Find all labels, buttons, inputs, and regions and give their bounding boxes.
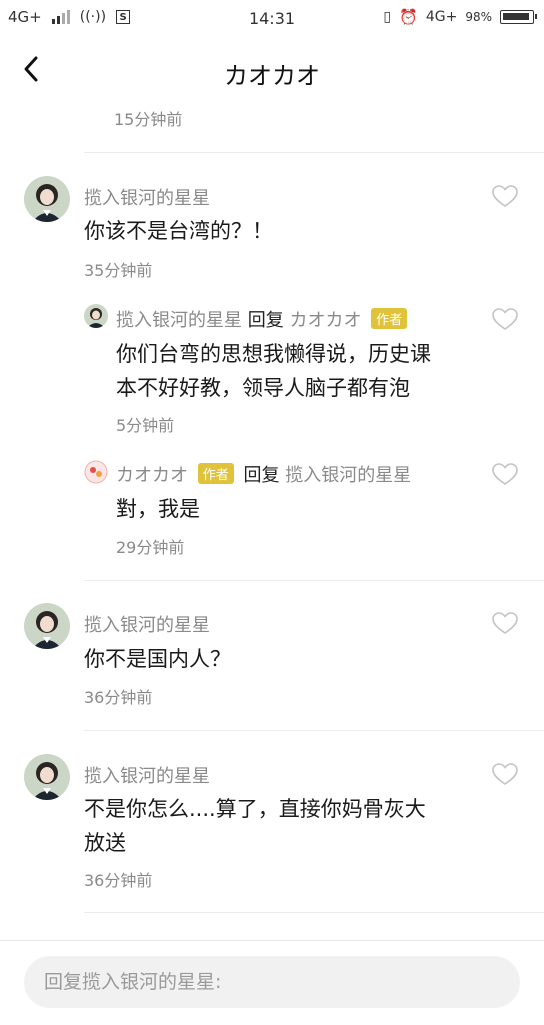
heart-icon[interactable] <box>492 308 518 332</box>
reply-input[interactable] <box>24 956 520 1008</box>
header: カオカオ <box>0 40 544 102</box>
reply-time: 5分钟前 <box>116 416 175 435</box>
reply-text-line: 本不好好教，领导人脑子都有泡 <box>116 376 410 400</box>
battery-percent: 98% <box>465 10 492 24</box>
reply-header: カオカオ 作者 回复 揽入银河的星星 <box>116 461 411 487</box>
heart-icon[interactable] <box>492 612 518 636</box>
reply-username[interactable]: カオカオ <box>116 465 188 486</box>
comment-text-line: 放送 <box>84 831 126 855</box>
reply-header: 揽入银河的星星 回复 カオカオ 作者 <box>116 306 411 332</box>
heart-icon[interactable] <box>492 463 518 487</box>
heart-icon[interactable] <box>492 185 518 209</box>
vibrate-icon: ▯ <box>383 9 392 25</box>
reply-time: 29分钟前 <box>116 538 185 557</box>
comment-time: 35分钟前 <box>84 261 153 280</box>
avatar[interactable] <box>84 460 108 484</box>
reply-username[interactable]: 揽入银河的星星 <box>116 310 242 331</box>
reply-bar <box>0 940 544 1025</box>
comment-text: 不是你怎么....算了，直接你妈骨灰大 放送 <box>84 792 426 860</box>
avatar[interactable] <box>24 754 70 800</box>
status-right: ▯ ⏰ 4G+ 98% <box>383 8 537 26</box>
page-title: カオカオ <box>224 62 320 90</box>
battery-icon <box>500 10 537 24</box>
avatar[interactable] <box>24 176 70 222</box>
network-label-right: 4G+ <box>425 9 458 25</box>
comment-username[interactable]: 揽入银河的星星 <box>84 611 210 637</box>
reply-word: 回复 <box>243 465 280 486</box>
comment-time: 36分钟前 <box>84 871 153 890</box>
comment-text-line: 不是你怎么....算了，直接你妈骨灰大 <box>84 797 426 821</box>
avatar[interactable] <box>24 603 70 649</box>
alarm-icon: ⏰ <box>399 8 418 26</box>
divider <box>84 730 544 731</box>
reply-text: 對，我是 <box>116 497 200 521</box>
divider <box>84 580 544 581</box>
divider <box>84 912 544 913</box>
reply-word: 回复 <box>247 310 284 331</box>
author-badge: 作者 <box>371 308 408 329</box>
comment-username[interactable]: 揽入银河的星星 <box>84 762 210 788</box>
comment-time: 36分钟前 <box>84 688 153 707</box>
reply-target[interactable]: カオカオ <box>289 310 361 331</box>
comment-username[interactable]: 揽入银河的星星 <box>84 184 210 210</box>
reply-text: 你们台弯的思想我懒得说，历史课 本不好好教，领导人脑子都有泡 <box>116 337 431 405</box>
comment-time: 15分钟前 <box>114 110 183 129</box>
heart-icon[interactable] <box>492 763 518 787</box>
comment-text: 你不是国内人？ <box>84 647 231 671</box>
comment-text: 你该不是台湾的？！ <box>84 219 273 243</box>
reply-target[interactable]: 揽入银河的星星 <box>285 465 411 486</box>
author-badge: 作者 <box>197 463 234 484</box>
avatar[interactable] <box>84 304 108 328</box>
reply-text-line: 你们台弯的思想我懒得说，历史课 <box>116 342 431 366</box>
status-bar: 4G+ ((·)) S 14:31 ▯ ⏰ 4G+ 98% <box>0 0 544 36</box>
divider <box>84 152 544 153</box>
